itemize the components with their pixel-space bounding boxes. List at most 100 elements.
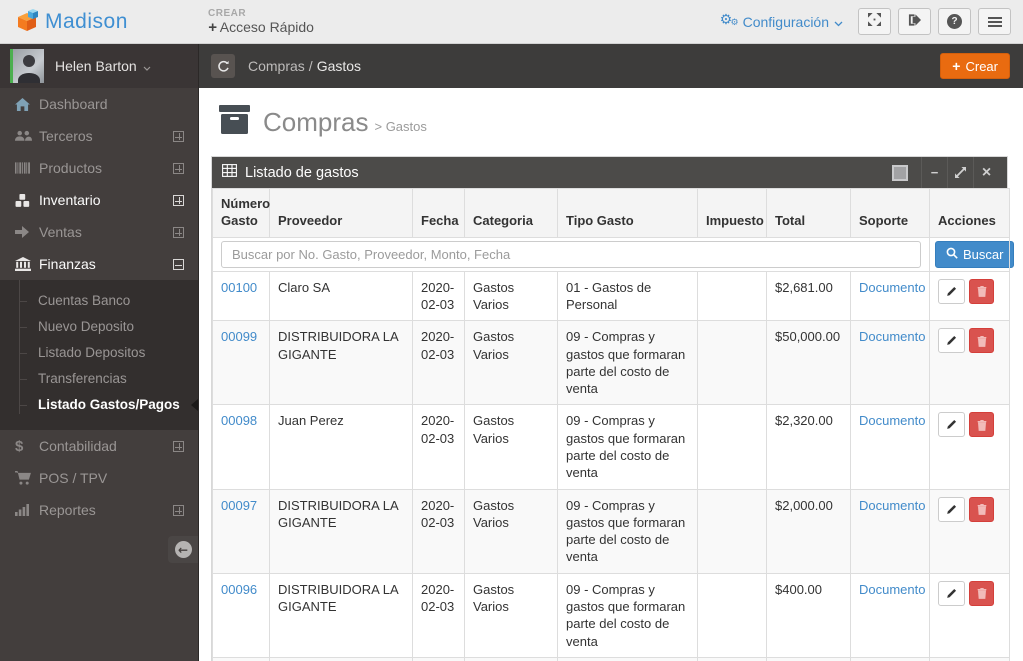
sidebar-item-pos-tpv[interactable]: POS / TPV — [0, 462, 198, 494]
gasto-number-link[interactable]: 00097 — [221, 498, 257, 513]
quick-access-link[interactable]: Acceso Rápido — [208, 19, 314, 36]
cell-impuesto — [697, 488, 767, 574]
top-bar: Madison CREAR Acceso Rápido ⚙⚙ Configura… — [0, 0, 1023, 44]
sidebar-item-finanzas[interactable]: Finanzas — [0, 248, 198, 280]
sidebar-item-contabilidad[interactable]: Contabilidad — [0, 430, 198, 462]
edit-button[interactable] — [938, 328, 965, 354]
submenu-item-nuevo-deposito[interactable]: Nuevo Deposito — [0, 314, 198, 340]
sidebar-item-label: Reportes — [39, 502, 96, 518]
expand-plus-icon[interactable] — [173, 162, 184, 174]
table-row: 00096 DISTRIBUIDORA LA GIGANTE 2020-02-0… — [212, 572, 1010, 658]
panel-minimize-button[interactable] — [921, 157, 947, 188]
help-button[interactable] — [938, 8, 971, 35]
table-header-row: Número Gasto Proveedor Fecha Categoria T… — [212, 188, 1010, 238]
sidebar-item-label: Contabilidad — [39, 438, 117, 454]
fullscreen-button[interactable] — [858, 8, 891, 35]
crear-button[interactable]: Crear — [940, 53, 1010, 79]
submenu-item-transferencias[interactable]: Transferencias — [0, 366, 198, 392]
panel-header: Listado de gastos — [212, 157, 1007, 188]
documento-link[interactable]: Documento — [859, 582, 925, 597]
delete-button[interactable] — [969, 278, 994, 304]
plus-icon — [952, 58, 960, 74]
plus-icon — [208, 19, 217, 36]
sidebar: Helen Barton Dashboard Terceros Producto… — [0, 44, 199, 661]
panel-close-button[interactable] — [973, 157, 999, 188]
panel-title: Listado de gastos — [245, 164, 359, 181]
buscar-button-label: Buscar — [963, 246, 1004, 262]
delete-button[interactable] — [969, 412, 994, 438]
cell-proveedor: DISTRIBUIDORA LA GIGANTE — [269, 656, 413, 661]
expand-plus-icon[interactable] — [173, 226, 184, 238]
sidebar-item-label: POS / TPV — [39, 470, 108, 486]
finanzas-submenu: Cuentas Banco Nuevo Deposito Listado Dep… — [0, 280, 198, 430]
cell-tipo-gasto: 09 - Compras y gastos que formaran parte… — [557, 656, 698, 661]
sidebar-item-terceros[interactable]: Terceros — [0, 120, 198, 152]
sidebar-collapse-button[interactable] — [168, 536, 198, 563]
sidebar-item-productos[interactable]: Productos — [0, 152, 198, 184]
sidebar-item-inventario[interactable]: Inventario — [0, 184, 198, 216]
edit-button[interactable] — [938, 278, 965, 304]
submenu-item-listado-depositos[interactable]: Listado Depositos — [0, 340, 198, 366]
breadcrumb-parent[interactable]: Compras — [248, 58, 305, 74]
cell-fecha: 2020-02-03 — [412, 404, 465, 490]
cell-tipo-gasto: 09 - Compras y gastos que formaran parte… — [557, 488, 698, 574]
sidebar-item-dashboard[interactable]: Dashboard — [0, 88, 198, 120]
delete-button[interactable] — [969, 496, 994, 522]
edit-button[interactable] — [938, 580, 965, 606]
collapse-minus-icon[interactable] — [173, 258, 184, 270]
cell-fecha: 2020-02-03 — [412, 656, 465, 661]
madison-logo[interactable]: Madison — [0, 0, 199, 43]
cell-tipo-gasto: 09 - Compras y gastos que formaran parte… — [557, 404, 698, 490]
documento-link[interactable]: Documento — [859, 280, 925, 295]
col-proveedor: Proveedor — [269, 188, 413, 238]
submenu-item-listado-gastos-pagos[interactable]: Listado Gastos/Pagos — [0, 392, 198, 418]
cell-impuesto — [697, 404, 767, 490]
sidebar-item-reportes[interactable]: Reportes — [0, 494, 198, 526]
sign-out-icon — [908, 13, 921, 31]
crear-section-label: CREAR — [208, 7, 247, 19]
documento-link[interactable]: Documento — [859, 329, 925, 344]
panel-expand-button[interactable] — [947, 157, 973, 188]
table-row: 00100 Claro SA 2020-02-03 Gastos Varios … — [212, 270, 1010, 322]
gasto-number-link[interactable]: 00098 — [221, 413, 257, 428]
user-avatar — [10, 49, 44, 83]
user-menu[interactable]: Helen Barton — [0, 44, 198, 88]
cell-impuesto — [697, 572, 767, 658]
search-input[interactable] — [221, 240, 921, 268]
crear-button-label: Crear — [965, 58, 998, 74]
delete-button[interactable] — [969, 580, 994, 606]
expand-plus-icon[interactable] — [173, 440, 184, 452]
arrow-left-circle-icon — [174, 541, 192, 558]
logout-button[interactable] — [898, 8, 931, 35]
documento-link[interactable]: Documento — [859, 413, 925, 428]
edit-button[interactable] — [938, 496, 965, 522]
cell-fecha: 2020-02-03 — [412, 320, 465, 406]
menu-button[interactable] — [978, 8, 1011, 35]
documento-link[interactable]: Documento — [859, 498, 925, 513]
gasto-number-link[interactable]: 00096 — [221, 582, 257, 597]
expand-plus-icon[interactable] — [173, 130, 184, 142]
panel-style-button[interactable] — [892, 164, 908, 181]
delete-button[interactable] — [969, 328, 994, 354]
sidebar-item-label: Finanzas — [39, 256, 96, 272]
buscar-button[interactable]: Buscar — [935, 240, 1015, 268]
cell-fecha: 2020-02-03 — [412, 270, 465, 322]
breadcrumb: Compras / Gastos — [248, 58, 361, 74]
cell-tipo-gasto: 09 - Compras y gastos que formaran parte… — [557, 320, 698, 406]
submenu-item-cuentas-banco[interactable]: Cuentas Banco — [0, 288, 198, 314]
sidebar-item-ventas[interactable]: Ventas — [0, 216, 198, 248]
cell-proveedor: DISTRIBUIDORA LA GIGANTE — [269, 320, 413, 406]
refresh-button[interactable] — [211, 54, 235, 78]
gasto-number-link[interactable]: 00099 — [221, 329, 257, 344]
hamburger-icon — [987, 16, 1002, 27]
edit-button[interactable] — [938, 412, 965, 438]
expand-plus-icon[interactable] — [173, 504, 184, 516]
cell-tipo-gasto: 09 - Compras y gastos que formaran parte… — [557, 572, 698, 658]
expand-plus-icon[interactable] — [173, 194, 184, 206]
breadcrumb-bar: Compras/Gastos Crear — [199, 44, 1023, 88]
cell-fecha: 2020-02-03 — [412, 488, 465, 574]
cell-impuesto — [697, 320, 767, 406]
cell-tipo-gasto: 01 - Gastos de Personal — [557, 270, 698, 322]
configuracion-menu[interactable]: ⚙ ⚙ Configuración — [720, 12, 843, 30]
gasto-number-link[interactable]: 00100 — [221, 280, 257, 295]
